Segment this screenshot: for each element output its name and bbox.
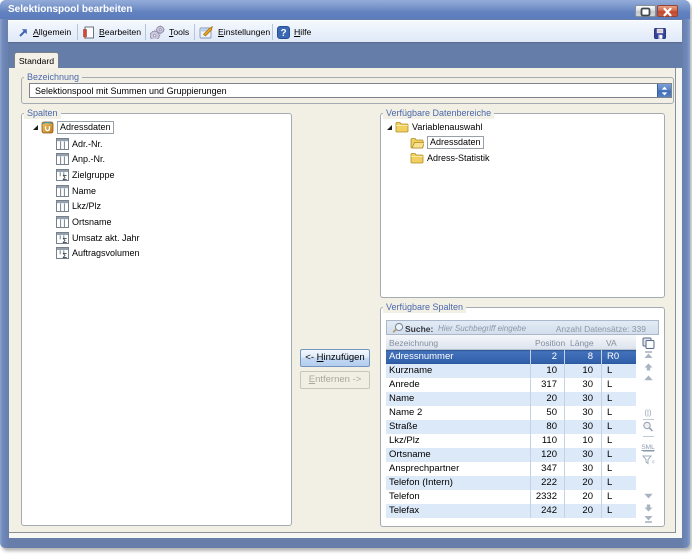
svg-text:Σ: Σ [63, 235, 68, 243]
svg-text:Σ: Σ [63, 251, 68, 259]
svg-text:Σ: Σ [63, 173, 68, 181]
svg-text:?: ? [280, 28, 286, 39]
